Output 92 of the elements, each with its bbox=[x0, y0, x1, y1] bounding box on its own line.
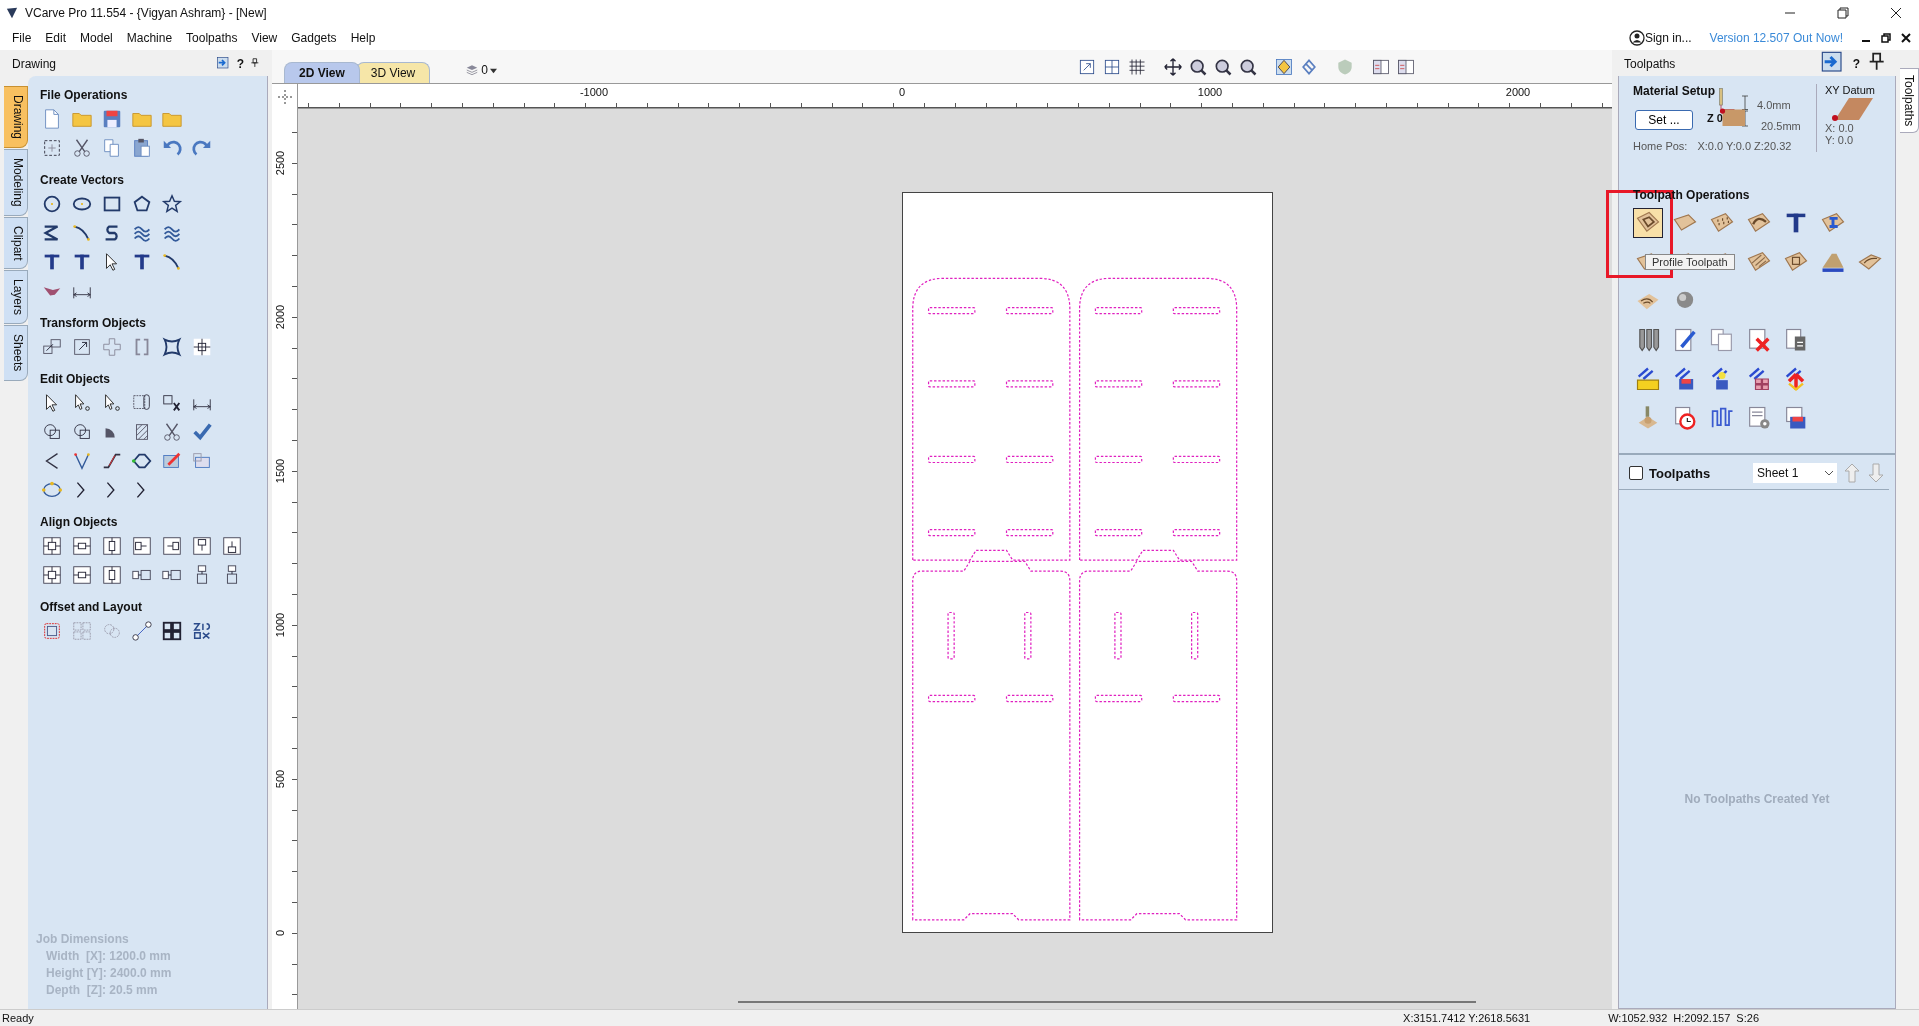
align-center-icon[interactable] bbox=[40, 563, 64, 587]
close-icon[interactable] bbox=[1901, 33, 1911, 43]
datum-y-value: Y: 0.0 bbox=[1825, 134, 1855, 146]
help-button[interactable]: ? bbox=[236, 57, 244, 71]
resize-square-icon[interactable] bbox=[1077, 57, 1097, 77]
ruler-label: 1500 bbox=[274, 458, 286, 484]
menu-item[interactable]: Toolpaths bbox=[179, 29, 245, 47]
restore-icon[interactable] bbox=[1837, 7, 1849, 19]
status-message: Ready bbox=[2, 1012, 34, 1024]
side-tab[interactable]: Sheets bbox=[4, 325, 28, 381]
ruler-label: 1000 bbox=[1197, 86, 1223, 98]
datum-x-value: X: 0.0 bbox=[1825, 122, 1855, 134]
group-title: Transform Objects bbox=[40, 316, 148, 330]
side-tab[interactable]: Modeling bbox=[4, 149, 28, 216]
update-link[interactable]: Version 12.507 Out Now! bbox=[1709, 31, 1843, 45]
user-icon[interactable] bbox=[1628, 30, 1645, 46]
diamond-cube-icon[interactable] bbox=[1274, 57, 1294, 77]
ruler-label: 2000 bbox=[1505, 86, 1531, 98]
sign-in-link[interactable]: Sign in... bbox=[1644, 31, 1692, 45]
grid-icon[interactable] bbox=[1127, 57, 1147, 77]
framed-block-icon[interactable] bbox=[1633, 208, 1663, 238]
group-title: Create Vectors bbox=[40, 173, 126, 187]
home-position-label: Home Pos: bbox=[1633, 140, 1688, 152]
align-top-icon[interactable] bbox=[190, 534, 214, 558]
ruler-label: 0 bbox=[274, 929, 286, 937]
tooltip: Profile Toolpath bbox=[1645, 254, 1735, 270]
magnifier-icon[interactable] bbox=[1238, 57, 1258, 77]
align-horizontal-center-icon[interactable] bbox=[70, 534, 94, 558]
thickness-value: 20.5mm bbox=[1761, 120, 1801, 132]
ruler-label: 2500 bbox=[274, 150, 286, 176]
caret-icon bbox=[489, 66, 497, 74]
ruler-label: 0 bbox=[898, 86, 906, 98]
window-title: VCarve Pro 11.554 - {Vigyan Ashram} - [New] bbox=[25, 6, 267, 20]
clearance-value: 4.0mm bbox=[1757, 99, 1791, 111]
toolpaths-list-label: Toolpaths bbox=[1649, 465, 1712, 481]
side-tab[interactable]: Clipart bbox=[4, 216, 28, 270]
side-tab[interactable]: Drawing bbox=[4, 86, 28, 148]
magnifier-icon[interactable] bbox=[1213, 57, 1233, 77]
grid-square-icon[interactable] bbox=[1102, 57, 1122, 77]
section-title: Material Setup bbox=[1633, 84, 1716, 98]
group-title: Edit Objects bbox=[40, 372, 111, 386]
group-title: File Operations bbox=[40, 88, 129, 102]
magnifier-icon[interactable] bbox=[1188, 57, 1208, 77]
checkbox[interactable] bbox=[1629, 466, 1643, 480]
align-center-icon[interactable] bbox=[40, 534, 64, 558]
ruler-label: 1000 bbox=[274, 612, 286, 638]
group-title: Offset and Layout bbox=[40, 600, 143, 614]
xy-datum-title: XY Datum bbox=[1825, 84, 1876, 96]
app-logo-icon bbox=[6, 6, 18, 20]
menu-item[interactable]: Help bbox=[343, 29, 383, 47]
caret-icon bbox=[1825, 470, 1833, 476]
scroll-bar[interactable] bbox=[738, 1001, 1476, 1003]
ruler-label: 2000 bbox=[274, 304, 286, 330]
layer-dropdown[interactable]: 0 bbox=[462, 63, 500, 77]
menu-item[interactable]: Edit bbox=[38, 29, 74, 47]
align-vertical-center-icon[interactable] bbox=[100, 534, 124, 558]
align-vertical-center-icon[interactable] bbox=[100, 563, 124, 587]
ruler-label: -1000 bbox=[579, 86, 609, 98]
menu-item[interactable]: Machine bbox=[119, 29, 180, 47]
cursor-position: X:3151.7412 Y:2618.5631 bbox=[1403, 1012, 1531, 1024]
align-left-icon[interactable] bbox=[130, 534, 154, 558]
z-zero-label: Z 0 bbox=[1707, 112, 1723, 124]
split-pane-icon[interactable] bbox=[1396, 57, 1416, 77]
menu-item[interactable]: View bbox=[244, 29, 285, 47]
align-right-icon[interactable] bbox=[160, 534, 184, 558]
empty-list-message: No Toolpaths Created Yet bbox=[1683, 791, 1831, 806]
help-button[interactable]: ? bbox=[1852, 57, 1860, 71]
menu-item[interactable]: Model bbox=[73, 29, 120, 47]
layers-icon bbox=[465, 63, 480, 77]
view-tab[interactable]: 2D View bbox=[284, 62, 360, 83]
box-grid-icon[interactable] bbox=[160, 619, 184, 643]
ruler-label: 500 bbox=[274, 769, 286, 789]
close-icon[interactable] bbox=[1890, 7, 1902, 19]
menu-item[interactable]: Gadgets bbox=[284, 29, 344, 47]
split-pane-icon[interactable] bbox=[1371, 57, 1391, 77]
home-position-value: X:0.0 Y:0.0 Z:20.32 bbox=[1697, 140, 1792, 152]
panel-title: Drawing bbox=[12, 57, 57, 71]
side-tab[interactable]: Toolpaths bbox=[1900, 68, 1919, 134]
panel-title: Toolpaths bbox=[1624, 57, 1677, 71]
group-title: Align Objects bbox=[40, 515, 119, 529]
set-button[interactable]: Set ... bbox=[1635, 110, 1693, 130]
nodes-line-icon[interactable] bbox=[130, 619, 154, 643]
restore-icon[interactable] bbox=[1881, 33, 1891, 43]
sheet-dropdown[interactable]: Sheet 1 bbox=[1753, 463, 1837, 483]
side-tab[interactable]: Layers bbox=[4, 270, 28, 325]
selection-size: W:1052.932 H:2092.157 S:26 bbox=[1608, 1012, 1759, 1024]
align-horizontal-center-icon[interactable] bbox=[70, 563, 94, 587]
align-bottom-icon[interactable] bbox=[220, 534, 244, 558]
menu-item[interactable]: File bbox=[5, 29, 39, 47]
square-warp-icon[interactable] bbox=[160, 335, 184, 359]
arrows-cross-icon[interactable] bbox=[1163, 57, 1183, 77]
origin-marker-icon bbox=[277, 89, 292, 104]
